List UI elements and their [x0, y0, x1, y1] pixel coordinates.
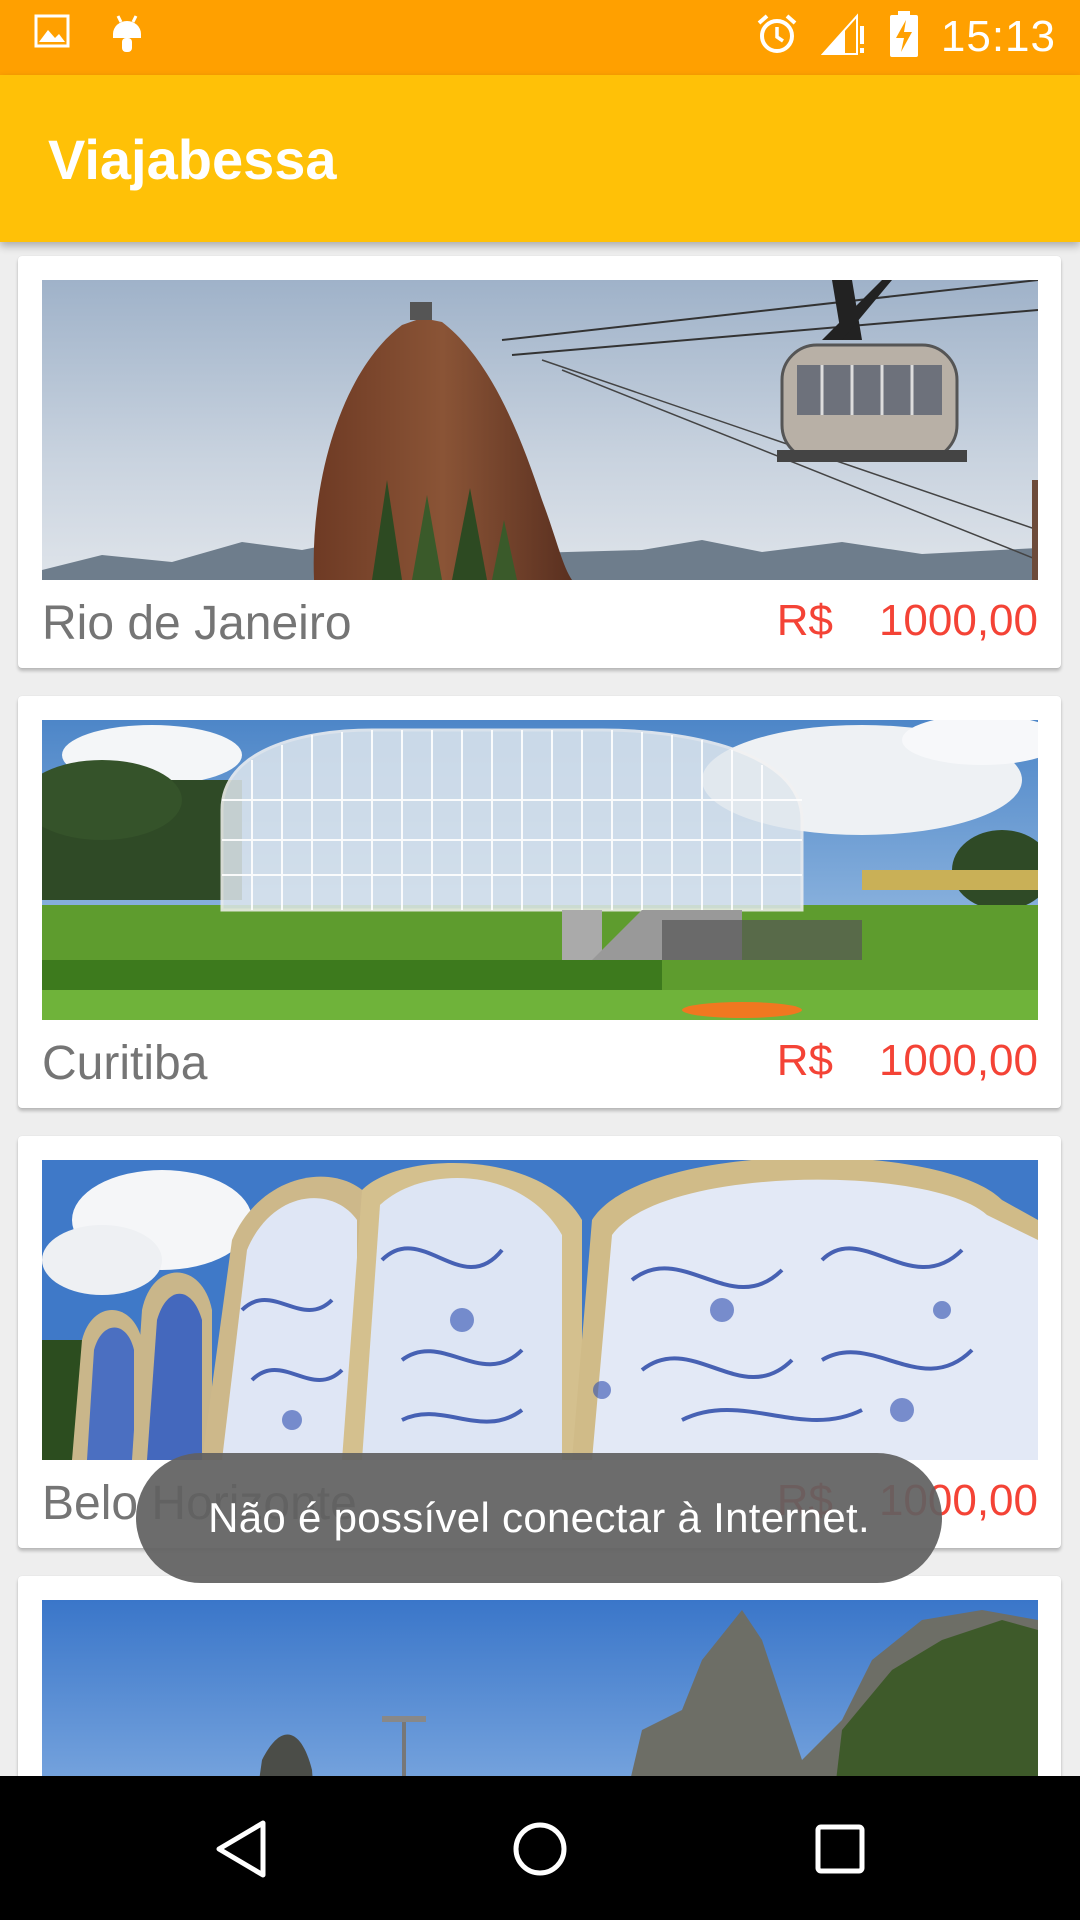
app-title: Viajabessa — [48, 128, 337, 191]
destination-card-4[interactable] — [18, 1576, 1061, 1776]
battery-charging-icon — [889, 10, 919, 63]
status-time: 15:13 — [940, 11, 1056, 61]
price-currency: R$ — [776, 1036, 833, 1085]
recents-button[interactable] — [795, 1806, 885, 1896]
screen: 15:13 Viajabessa Rio de Janeiro R$ 1000,… — [0, 0, 1080, 1920]
destination-price: R$ 1000,00 — [777, 1036, 1038, 1086]
app-bar: Viajabessa — [0, 75, 1080, 242]
destination-name: Rio de Janeiro — [42, 597, 352, 650]
toast-text: Não é possível conectar à Internet. — [208, 1494, 870, 1541]
status-bar: 15:13 — [0, 0, 1080, 75]
back-icon — [213, 1819, 269, 1884]
home-button[interactable] — [495, 1806, 585, 1896]
destination-photo — [42, 280, 1038, 580]
destination-card-rio-de-janeiro[interactable]: Rio de Janeiro R$ 1000,00 — [18, 256, 1061, 668]
android-icon — [110, 14, 144, 59]
price-currency: R$ — [776, 596, 833, 645]
alarm-icon — [755, 12, 799, 61]
back-button[interactable] — [196, 1806, 286, 1896]
destination-price: R$ 1000,00 — [777, 596, 1038, 646]
recents-icon — [814, 1823, 866, 1880]
destination-card-curitiba[interactable]: Curitiba R$ 1000,00 — [18, 696, 1061, 1108]
signal-icon — [820, 12, 867, 61]
destination-name: Curitiba — [42, 1037, 208, 1090]
price-value: 1000,00 — [878, 596, 1038, 645]
price-value: 1000,00 — [878, 1036, 1038, 1085]
toast-message: Não é possível conectar à Internet. — [136, 1453, 942, 1583]
destination-photo — [42, 1160, 1038, 1460]
image-icon — [34, 14, 70, 59]
navigation-bar — [0, 1776, 1080, 1920]
destination-photo — [42, 720, 1038, 1020]
destination-photo — [42, 1600, 1038, 1776]
home-icon — [511, 1820, 569, 1883]
